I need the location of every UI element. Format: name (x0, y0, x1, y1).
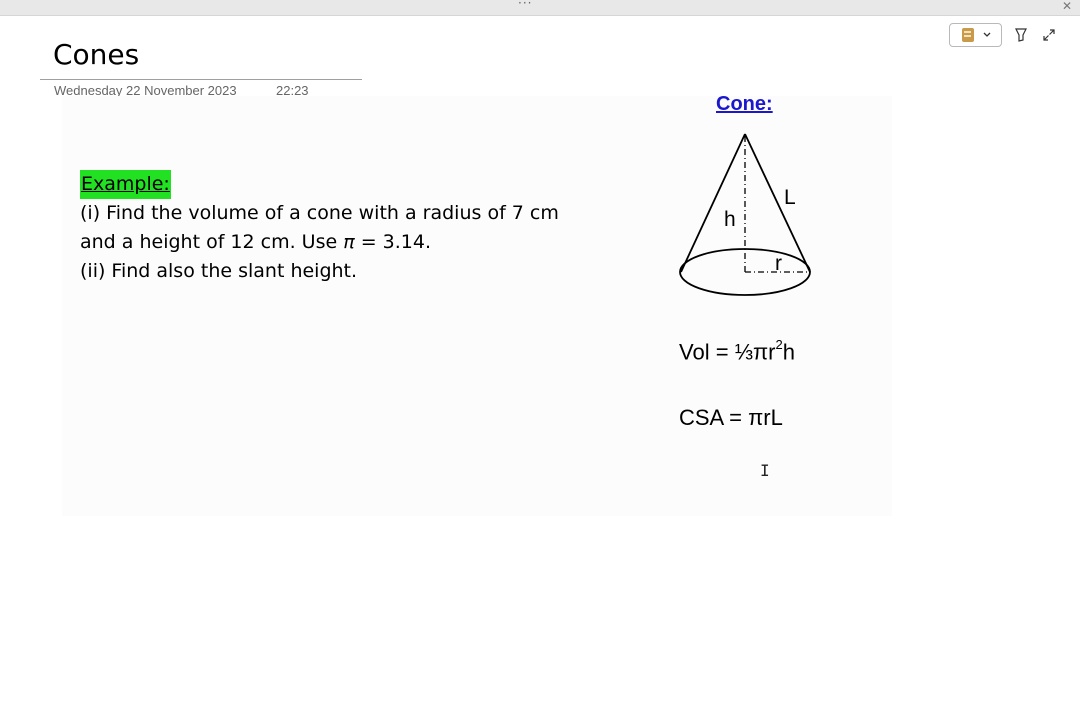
question-line-3: (ii) Find also the slant height. (80, 260, 358, 282)
question-line-1: (i) Find the volume of a cone with a rad… (80, 202, 559, 224)
notebook-icon (961, 27, 975, 43)
question-line-2: and a height of 12 cm. Use π = 3.14. (80, 228, 559, 257)
cone-heading: Cone: (716, 93, 773, 115)
close-icon[interactable]: ✕ (1062, 0, 1072, 13)
cone-diagram: h L r (679, 133, 811, 296)
page-title[interactable]: Cones (53, 38, 139, 71)
example-text-block[interactable]: Example: (i) Find the volume of a cone w… (80, 170, 559, 286)
label-l: L (784, 186, 796, 209)
window-title-bar[interactable]: ··· ✕ (0, 0, 1080, 16)
chevron-down-icon (983, 32, 991, 38)
label-r: r (775, 252, 782, 275)
question-line-2-end: = 3.14. (354, 231, 432, 253)
text-cursor: I (760, 461, 770, 480)
expand-icon[interactable] (1040, 26, 1058, 44)
notebook-switcher-button[interactable] (949, 23, 1002, 47)
volume-formula-suffix: h (782, 339, 795, 365)
volume-formula: Vol = ⅓πr2h (679, 337, 795, 365)
question-line-2-start: and a height of 12 cm. Use (80, 231, 344, 253)
csa-formula: CSA = πrL (679, 405, 783, 430)
pi-symbol: π (343, 231, 355, 253)
drag-handle[interactable]: ··· (518, 0, 532, 10)
title-divider (40, 79, 362, 80)
volume-formula-prefix: Vol = ⅓πr (679, 339, 776, 365)
volume-formula-exponent: 2 (775, 337, 783, 352)
label-h: h (724, 208, 736, 231)
example-label: Example: (80, 170, 171, 199)
page-toolbar (949, 23, 1058, 47)
highlighter-icon[interactable] (1012, 26, 1030, 44)
